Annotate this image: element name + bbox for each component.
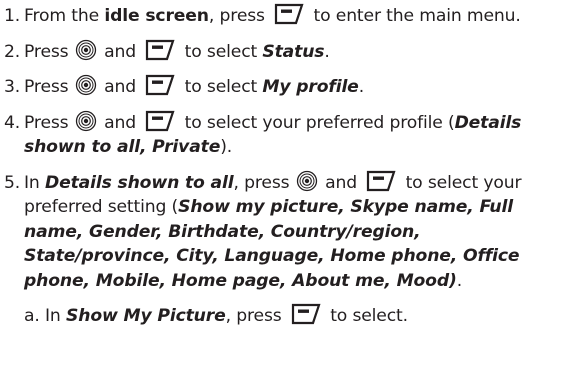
show-my-picture-term: Show My Picture	[66, 306, 226, 326]
left-softkey-icon	[274, 3, 304, 25]
substep-letter: a.	[24, 306, 46, 326]
step-number: 1.	[4, 6, 21, 26]
navigation-key-icon	[75, 110, 97, 132]
left-softkey-icon	[145, 110, 175, 132]
navigation-key-icon	[75, 39, 97, 61]
step-2: 2. Press and to select Status.	[4, 39, 570, 65]
menu-item-my-profile: My profile	[262, 77, 359, 97]
instruction-document: 1. From the idle screen, press to enter …	[0, 0, 578, 379]
step-text: Press and to select My profile.	[24, 74, 570, 100]
step-text: Press and to select Status.	[24, 39, 570, 65]
left-softkey-icon	[291, 303, 321, 325]
navigation-key-icon	[75, 74, 97, 96]
step-4: 4. Press and to select your preferred pr…	[4, 110, 570, 160]
step-number: 5.	[4, 172, 21, 193]
left-softkey-icon	[366, 170, 396, 192]
step-number: 3.	[4, 77, 21, 97]
step-text: In Details shown to all, press and to se…	[24, 170, 570, 294]
step-number: 2.	[4, 41, 21, 62]
substep-a: a. In Show My Picture, press to select.	[24, 303, 570, 329]
step-text: Press and to select your preferred profi…	[24, 110, 570, 160]
step-1: 1. From the idle screen, press to enter …	[4, 3, 570, 29]
step-number: 4.	[4, 112, 21, 133]
step-text: From the idle screen, press to enter the…	[24, 3, 570, 29]
menu-item-status: Status	[262, 41, 325, 62]
details-shown-to-all-term: Details shown to all	[44, 172, 234, 193]
left-softkey-icon	[145, 74, 175, 96]
left-softkey-icon	[145, 39, 175, 61]
navigation-key-icon	[296, 170, 318, 192]
idle-screen-term: idle screen	[104, 6, 209, 26]
step-5: 5. In Details shown to all, press and to…	[4, 170, 570, 294]
step-3: 3. Press and to select My profile.	[4, 74, 570, 100]
